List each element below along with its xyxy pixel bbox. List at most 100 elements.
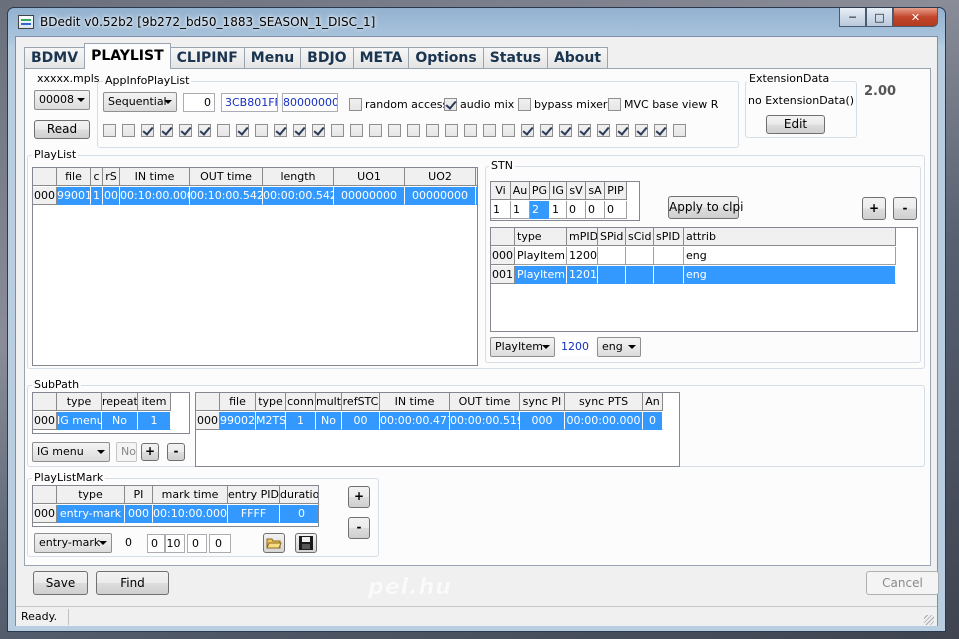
column-header[interactable]: OUT time: [450, 393, 520, 411]
stn-count-header[interactable]: Au: [511, 182, 530, 200]
table-cell[interactable]: IG menu: [57, 412, 102, 430]
table-cell[interactable]: 000: [520, 412, 565, 430]
stn-count-grid[interactable]: Vi 1 Au 1 PG 2 IG 1 sV 0 sA 0 PIP 0: [490, 181, 640, 221]
mark-add-button[interactable]: +: [348, 486, 370, 508]
table-cell[interactable]: 00:00:00.542: [263, 187, 334, 205]
column-header[interactable]: SPid: [598, 228, 626, 246]
column-header[interactable]: rS: [103, 168, 120, 186]
stn-count-value[interactable]: 2: [530, 201, 550, 219]
table-cell[interactable]: 00: [103, 187, 120, 205]
stn-pid-value[interactable]: 1200: [560, 337, 593, 356]
table-cell[interactable]: 1201: [567, 266, 598, 284]
column-header[interactable]: type: [57, 393, 102, 411]
maximize-button[interactable]: □: [866, 8, 893, 27]
open-file-button[interactable]: [263, 533, 285, 553]
stn-stream-grid[interactable]: type mPID SPid sCid sPID attrib 000 PlayItem 120…: [490, 227, 918, 332]
tab-playlist[interactable]: PLAYLIST: [84, 43, 171, 69]
mark-field-3[interactable]: 10: [165, 534, 185, 553]
playlistmark-grid[interactable]: typePImark timeentry PIDduration 000entry…: [32, 485, 319, 527]
resize-grip-icon[interactable]: [924, 615, 934, 625]
apply-to-clpi-button[interactable]: Apply to clpi: [668, 196, 743, 219]
stn-count-header[interactable]: sA: [586, 182, 605, 200]
uo-flag-checkbox[interactable]: [616, 124, 629, 137]
table-cell[interactable]: PlayItem: [515, 266, 567, 284]
table-cell[interactable]: 00: [342, 412, 380, 430]
uo-flag-checkbox[interactable]: [445, 124, 458, 137]
column-header[interactable]: IN time: [380, 393, 450, 411]
table-cell[interactable]: [626, 266, 654, 284]
mark-field-4[interactable]: 0: [187, 534, 207, 553]
uo-flag-checkbox[interactable]: [141, 124, 154, 137]
mark-type-select[interactable]: entry-mark: [34, 533, 112, 553]
playlist-grid[interactable]: filecrSIN timeOUT timelengthUO1UO2An0009…: [32, 167, 478, 366]
stn-remove-button[interactable]: -: [893, 197, 917, 220]
column-header[interactable]: PI: [125, 486, 153, 504]
uo-flag-checkbox[interactable]: [198, 124, 211, 137]
appinfo-field-hex2[interactable]: 80000000: [282, 93, 338, 112]
uo-flag-checkbox[interactable]: [217, 124, 230, 137]
mvc-base-view-checkbox[interactable]: [608, 98, 621, 111]
random-access-checkbox[interactable]: [349, 98, 362, 111]
table-cell[interactable]: M2TS: [256, 412, 286, 430]
uo-flag-checkbox[interactable]: [464, 124, 477, 137]
table-cell[interactable]: No: [102, 412, 138, 430]
table-cell[interactable]: PlayItem: [515, 247, 567, 265]
column-header[interactable]: An: [643, 393, 663, 411]
uo-flag-checkbox[interactable]: [483, 124, 496, 137]
cancel-button[interactable]: Cancel: [866, 571, 939, 595]
uo-flag-checkbox[interactable]: [160, 124, 173, 137]
table-cell[interactable]: 99002: [220, 412, 256, 430]
uo-flag-checkbox[interactable]: [331, 124, 344, 137]
uo-flag-checkbox[interactable]: [293, 124, 306, 137]
uo-flag-checkbox[interactable]: [597, 124, 610, 137]
uo-flag-checkbox[interactable]: [274, 124, 287, 137]
mark-field-1[interactable]: 0: [119, 534, 141, 553]
table-cell[interactable]: 1: [138, 412, 171, 430]
table-cell[interactable]: 000: [125, 505, 153, 523]
row-header[interactable]: 000: [33, 187, 57, 205]
table-cell[interactable]: 00000000: [405, 187, 476, 205]
bypass-mixer-checkbox[interactable]: [518, 98, 531, 111]
column-header[interactable]: length: [263, 168, 334, 186]
stn-count-header[interactable]: PIP: [605, 182, 627, 200]
table-cell[interactable]: eng: [684, 266, 896, 284]
mark-remove-button[interactable]: -: [348, 517, 370, 539]
column-header[interactable]: [33, 168, 57, 186]
table-cell[interactable]: FFFF: [228, 505, 280, 523]
find-button[interactable]: Find: [96, 571, 169, 595]
playback-type-select[interactable]: Sequential: [103, 92, 177, 112]
column-header[interactable]: repeat: [102, 393, 138, 411]
column-header[interactable]: mark time: [153, 486, 228, 504]
stn-count-header[interactable]: IG: [550, 182, 567, 200]
column-header[interactable]: sPID: [654, 228, 684, 246]
column-header[interactable]: refSTC: [342, 393, 380, 411]
table-cell[interactable]: 00:00:00.000: [565, 412, 643, 430]
audio-mix-checkbox[interactable]: [444, 98, 457, 111]
tab-clipinf[interactable]: CLIPINF: [169, 47, 245, 69]
column-header[interactable]: attrib: [684, 228, 896, 246]
table-cell[interactable]: 0: [280, 505, 318, 523]
row-header[interactable]: 001: [491, 266, 515, 284]
close-button[interactable]: ✕: [893, 8, 938, 27]
stn-count-header[interactable]: Vi: [491, 182, 511, 200]
read-button[interactable]: Read: [34, 120, 90, 139]
row-header[interactable]: 000: [491, 247, 515, 265]
column-header[interactable]: mPID: [567, 228, 598, 246]
stn-count-header[interactable]: sV: [567, 182, 586, 200]
appinfo-field-zero[interactable]: 0: [183, 93, 215, 112]
uo-flag-checkbox[interactable]: [312, 124, 325, 137]
column-header[interactable]: c: [91, 168, 103, 186]
tab-bdmv[interactable]: BDMV: [24, 47, 86, 69]
uo-flag-checkbox[interactable]: [502, 124, 515, 137]
column-header[interactable]: file: [57, 168, 91, 186]
column-header[interactable]: [491, 228, 515, 246]
tab-bdjo[interactable]: BDJO: [300, 47, 354, 69]
column-header[interactable]: UO2: [405, 168, 476, 186]
column-header[interactable]: UO1: [334, 168, 405, 186]
uo-flag-checkbox[interactable]: [388, 124, 401, 137]
uo-flag-checkbox[interactable]: [122, 124, 135, 137]
table-cell[interactable]: entry-mark: [57, 505, 125, 523]
uo-flag-checkbox[interactable]: [103, 124, 116, 137]
uo-flag-checkbox[interactable]: [236, 124, 249, 137]
column-header[interactable]: type: [256, 393, 286, 411]
